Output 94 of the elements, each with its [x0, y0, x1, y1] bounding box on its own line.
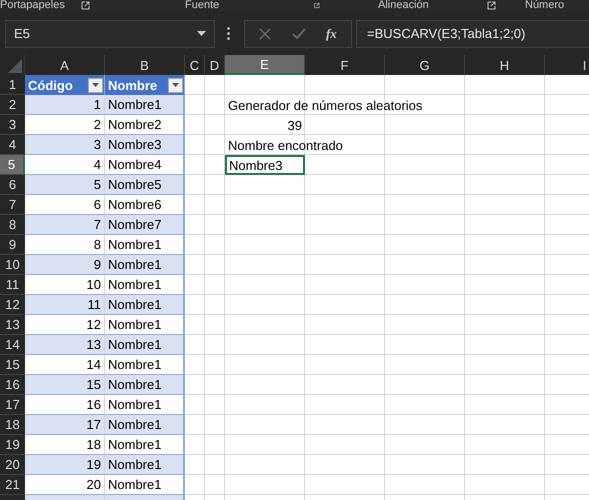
row-header[interactable]: 3: [0, 115, 25, 135]
checkmark-icon[interactable]: [292, 28, 306, 39]
column-header[interactable]: C: [185, 55, 205, 75]
filter-dropdown-button[interactable]: [168, 78, 183, 92]
table-cell: 2: [94, 117, 101, 132]
formula-field[interactable]: =BUSCARV(E3;Tabla1;2;0): [356, 20, 589, 48]
table-cell: Nombre1: [108, 477, 162, 492]
table-cell: 15: [86, 377, 101, 392]
row-header[interactable]: 20: [0, 455, 25, 475]
row-header[interactable]: 10: [0, 255, 25, 275]
ribbon-group-label: Fuente: [185, 0, 220, 11]
table-cell: 16: [86, 397, 101, 412]
table-cell: Nombre6: [108, 197, 162, 212]
row-header[interactable]: 12: [0, 295, 25, 315]
dialog-launcher-icon[interactable]: [314, 1, 320, 10]
table-cell: 17: [86, 417, 101, 432]
caret-icon: [172, 83, 179, 87]
row-header[interactable]: 9: [0, 235, 25, 255]
table-cell: 9: [94, 257, 101, 272]
row-header[interactable]: 14: [0, 335, 25, 355]
row-header[interactable]: 7: [0, 195, 25, 215]
table-cell: 6: [94, 197, 101, 212]
table-cell: 20: [86, 477, 101, 492]
table-cell: 1: [94, 97, 101, 112]
row-header[interactable]: 16: [0, 375, 25, 395]
table-cell: 10: [86, 277, 101, 292]
table-cell: Nombre1: [108, 377, 162, 392]
caret-icon: [197, 31, 206, 36]
row-header[interactable]: 21: [0, 475, 25, 495]
row-header[interactable]: 19: [0, 435, 25, 455]
row-header[interactable]: 13: [0, 315, 25, 335]
column-header[interactable]: F: [305, 55, 385, 75]
table-cell: Nombre1: [108, 437, 162, 452]
table-cell: Nombre4: [108, 157, 162, 172]
column-header[interactable]: D: [205, 55, 225, 75]
ribbon-group-label: Portapapeles: [0, 0, 65, 11]
table-cell: Nombre1: [108, 357, 162, 372]
ribbon-group-label: Número: [525, 0, 564, 11]
table-cell: 4: [94, 157, 101, 172]
table-cell: 5: [94, 177, 101, 192]
table-cell: Nombre5: [108, 177, 162, 192]
table-cell: Nombre1: [108, 457, 162, 472]
active-cell: Nombre3: [225, 155, 305, 175]
more-options-icon[interactable]: [227, 27, 230, 40]
table-cell: Nombre1: [108, 277, 162, 292]
column-header[interactable]: E: [225, 55, 305, 75]
cell-text: Generador de números aleatorios: [228, 98, 422, 112]
column-header[interactable]: I: [545, 55, 589, 75]
column-header[interactable]: A: [25, 55, 105, 75]
cell-text: Nombre encontrado: [228, 138, 343, 152]
insert-function-button[interactable]: fx: [326, 26, 337, 42]
table-cell: Nombre2: [108, 117, 162, 132]
table-cell: Nombre1: [108, 257, 162, 272]
table-cell: 8: [94, 237, 101, 252]
table-header-cell: Nombre: [108, 78, 158, 92]
filter-dropdown-button[interactable]: [88, 78, 103, 92]
table-cell: Nombre3: [108, 137, 162, 152]
table-cell: Nombre1: [108, 417, 162, 432]
table-cell: 7: [94, 217, 101, 232]
row-header[interactable]: 8: [0, 215, 25, 235]
table-cell: 13: [86, 337, 101, 352]
caret-icon: [92, 83, 99, 87]
table-cell: Nombre1: [108, 237, 162, 252]
dialog-launcher-icon[interactable]: [80, 1, 90, 10]
row-header[interactable]: 6: [0, 175, 25, 195]
table-cell: Nombre1: [108, 337, 162, 352]
table-cell: Nombre1: [108, 397, 162, 412]
table-cell: 12: [86, 317, 101, 332]
name-box[interactable]: E5: [5, 20, 215, 48]
table-cell: Nombre7: [108, 217, 162, 232]
table-cell: 14: [86, 357, 101, 372]
row-header[interactable]: 18: [0, 415, 25, 435]
column-header[interactable]: B: [105, 55, 185, 75]
table-cell: Nombre1: [108, 297, 162, 312]
row-header[interactable]: 2: [0, 95, 25, 115]
row-header[interactable]: 4: [0, 135, 25, 155]
row-header[interactable]: 15: [0, 355, 25, 375]
row-header[interactable]: 1: [0, 75, 25, 95]
column-header[interactable]: H: [465, 55, 545, 75]
table-cell: 19: [86, 457, 101, 472]
row-header[interactable]: 17: [0, 395, 25, 415]
table-cell: 3: [94, 137, 101, 152]
cell-text: 39: [288, 118, 302, 132]
cancel-icon[interactable]: [259, 28, 272, 40]
table-cell: Nombre1: [108, 97, 162, 112]
dialog-launcher-icon[interactable]: [486, 1, 496, 10]
table-header-cell: Código: [28, 78, 73, 92]
table-cell: 11: [88, 297, 101, 312]
ribbon-group-label: Alineación: [378, 0, 429, 11]
table-cell: 18: [86, 437, 101, 452]
row-header[interactable]: 11: [0, 275, 25, 295]
table-cell: Nombre1: [108, 317, 162, 332]
row-header[interactable]: 5: [0, 155, 25, 175]
column-header[interactable]: G: [385, 55, 465, 75]
